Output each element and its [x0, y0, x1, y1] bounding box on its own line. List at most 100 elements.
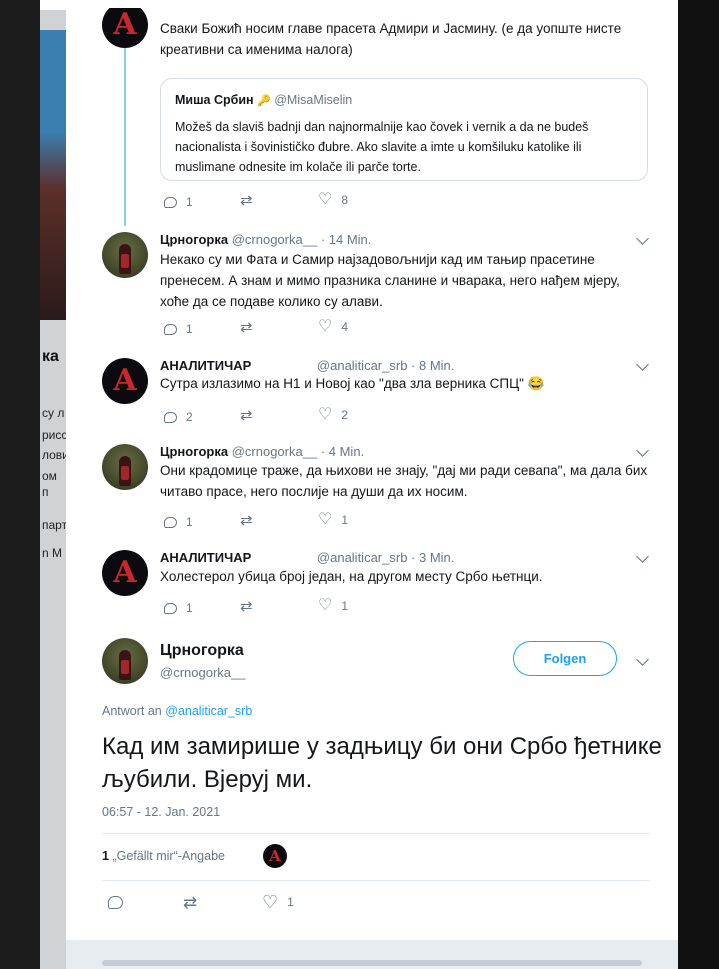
chevron-down-icon[interactable]: [636, 358, 649, 371]
reply-icon: [164, 411, 177, 423]
author-handle[interactable]: @crnogorka__: [232, 232, 317, 247]
tweet-header: Црногорка @crnogorka__ · 4 Min.: [160, 444, 364, 459]
reply-action[interactable]: 1: [164, 195, 193, 209]
reply-count: 1: [186, 322, 193, 336]
reply-icon: [108, 896, 123, 909]
tweet-text: Некако су ми Фата и Самир најзадовољнији…: [160, 252, 620, 309]
avatar[interactable]: [102, 638, 148, 684]
background-text-line: лови: [42, 448, 66, 462]
tweet-header: АНАЛИТИЧАР @analiticar_srb · 8 Min.: [160, 358, 454, 373]
tweet-header: АНАЛИТИЧАР @analiticar_srb · 3 Min.: [160, 550, 454, 565]
like-action[interactable]: ♡ 4: [318, 319, 348, 335]
tweet-text: Сутра излазимо на Н1 и Новој као "два зл…: [160, 376, 545, 391]
quoted-tweet[interactable]: Миша Србин 🔑 @MisaMiselin Možeš da slavi…: [160, 78, 648, 181]
like-count: 4: [341, 320, 349, 334]
retweet-icon: ⇄: [240, 319, 253, 336]
tweet-time[interactable]: · 8 Min.: [411, 358, 454, 373]
reply-count: 2: [186, 410, 193, 424]
likes-summary[interactable]: 1 „Gefällt mir“-Angabe: [102, 849, 225, 863]
avatar[interactable]: [102, 232, 148, 278]
background-name: ка: [42, 348, 59, 365]
author-name[interactable]: АНАЛИТИЧАР: [160, 550, 251, 565]
retweet-icon: ⇄: [183, 893, 198, 912]
chevron-down-icon[interactable]: [636, 653, 649, 666]
liker-avatar[interactable]: A: [263, 844, 287, 868]
tweet-text: Холестерол убица број један, на другом м…: [160, 569, 543, 584]
avatar[interactable]: A: [102, 8, 148, 48]
heart-icon: ♡: [318, 406, 333, 423]
heart-icon: ♡: [318, 318, 333, 335]
like-action[interactable]: ♡ 8: [318, 192, 348, 208]
author-handle[interactable]: @analiticar_srb: [317, 358, 408, 373]
likes-count: 1: [102, 849, 109, 863]
main-author-name[interactable]: Црногорка: [160, 642, 244, 660]
retweet-action[interactable]: ⇄: [183, 894, 197, 911]
reply-count: 1: [186, 601, 193, 615]
reply-icon: [164, 602, 177, 614]
like-action[interactable]: ♡ 2: [318, 407, 348, 423]
background-text-line: су л: [42, 406, 65, 420]
like-action[interactable]: ♡ 1: [318, 512, 348, 528]
reply-icon: [164, 196, 177, 208]
like-count: 1: [341, 599, 349, 613]
reply-action[interactable]: 1: [164, 322, 193, 336]
avatar[interactable]: A: [102, 358, 148, 404]
reply-action[interactable]: [108, 896, 123, 909]
avatar[interactable]: A: [102, 550, 148, 596]
author-name[interactable]: Црногорка: [160, 232, 228, 247]
author-handle[interactable]: @analiticar_srb: [317, 550, 408, 565]
next-section-text-blur: [102, 960, 642, 966]
chevron-down-icon[interactable]: [636, 232, 649, 245]
background-text-line: рисс: [42, 428, 66, 442]
quoted-author-name: Миша Србин: [175, 93, 254, 107]
tweet-time[interactable]: · 14 Min.: [321, 232, 372, 247]
quoted-author-handle: @MisaMiselin: [274, 93, 353, 107]
main-tweet-text: Кад им замирише у задњицу би они Србо ђе…: [102, 733, 662, 793]
tweet-time[interactable]: · 4 Min.: [321, 444, 364, 459]
tweet-thread-card: A Сваки Божић носим главе прасета Адмири…: [66, 8, 678, 940]
divider: [102, 880, 650, 881]
follow-button[interactable]: Folgen: [513, 641, 617, 676]
retweet-action[interactable]: ⇄: [240, 599, 253, 614]
retweet-icon: ⇄: [240, 598, 253, 615]
reply-count: 1: [186, 195, 193, 209]
reply-icon: [164, 516, 177, 528]
tweet-text: Они крадомице траже, да њихови не знају,…: [160, 463, 648, 499]
background-profile-image: [40, 30, 66, 320]
tweet-time[interactable]: · 3 Min.: [411, 550, 454, 565]
background-text-line: парт: [42, 518, 66, 532]
heart-icon: ♡: [318, 511, 333, 528]
tweet-text: Сваки Божић носим главе прасета Адмири и…: [160, 21, 622, 57]
background-left-page: ка су л рисс лови ом п парт n M: [0, 0, 66, 969]
reply-action[interactable]: 2: [164, 410, 193, 424]
divider: [102, 833, 650, 834]
heart-icon: ♡: [262, 892, 279, 912]
quoted-tweet-text: Možeš da slaviš badnji dan najnormalnije…: [175, 120, 589, 174]
author-name[interactable]: Црногорка: [160, 444, 228, 459]
author-handle[interactable]: @crnogorka__: [232, 444, 317, 459]
like-action[interactable]: ♡ 1: [262, 893, 294, 911]
thread-connector: [124, 48, 126, 226]
reply-count: 1: [186, 515, 193, 529]
main-author-handle[interactable]: @crnogorka__: [160, 665, 245, 680]
chevron-down-icon[interactable]: [636, 444, 649, 457]
next-section-strip: [66, 940, 678, 969]
reply-action[interactable]: 1: [164, 515, 193, 529]
heart-icon: ♡: [318, 191, 333, 208]
retweet-action[interactable]: ⇄: [240, 320, 253, 335]
background-text-line: n M: [42, 546, 63, 560]
like-count: 2: [341, 408, 349, 422]
avatar[interactable]: [102, 444, 148, 490]
retweet-action[interactable]: ⇄: [240, 513, 253, 528]
like-action[interactable]: ♡ 1: [318, 598, 348, 614]
quoted-tweet-header: Миша Србин 🔑 @MisaMiselin: [175, 93, 352, 107]
author-name[interactable]: АНАЛИТИЧАР: [160, 358, 251, 373]
tweet-timestamp[interactable]: 06:57 - 12. Jan. 2021: [102, 805, 220, 819]
retweet-action[interactable]: ⇄: [240, 408, 253, 423]
retweet-icon: ⇄: [240, 407, 253, 424]
retweet-icon: ⇄: [240, 512, 253, 529]
chevron-down-icon[interactable]: [636, 550, 649, 563]
retweet-action[interactable]: ⇄: [240, 193, 253, 208]
reply-action[interactable]: 1: [164, 601, 193, 615]
reply-handle-link[interactable]: @analiticar_srb: [165, 704, 252, 718]
